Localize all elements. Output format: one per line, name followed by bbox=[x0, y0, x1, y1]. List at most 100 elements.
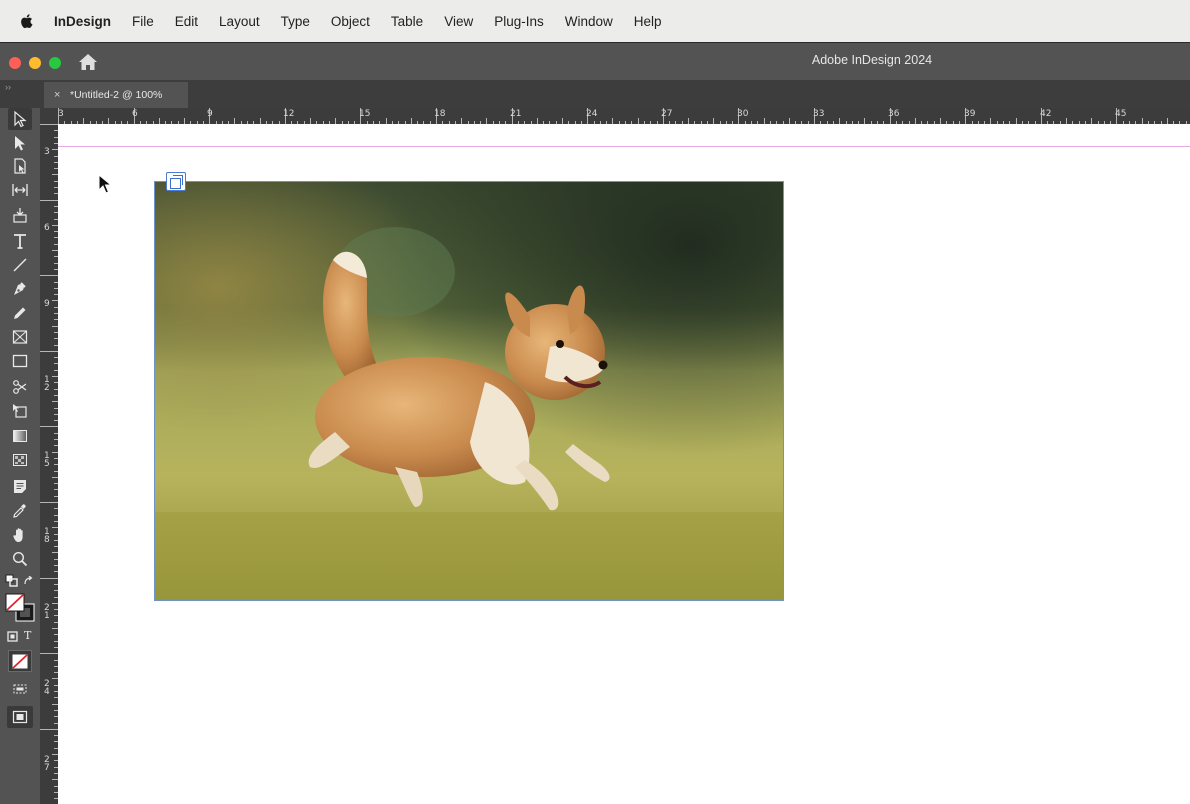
scissors-icon bbox=[13, 380, 27, 394]
panel-collapse-grip[interactable]: ›› bbox=[5, 82, 11, 92]
home-icon[interactable] bbox=[78, 53, 98, 71]
hand-tool[interactable] bbox=[8, 524, 32, 546]
direct-selection-arrow-icon bbox=[15, 136, 25, 151]
menu-help[interactable]: Help bbox=[634, 14, 662, 29]
menu-table[interactable]: Table bbox=[391, 14, 423, 29]
ruler-v-label: 9 bbox=[44, 299, 50, 309]
ruler-v-label: 1 5 bbox=[44, 451, 50, 469]
screen-mode-button[interactable] bbox=[7, 706, 33, 728]
ruler-h-label: 39 bbox=[964, 109, 976, 119]
zoom-window-button[interactable] bbox=[49, 57, 61, 69]
margin-guide bbox=[58, 146, 1190, 147]
gradient-feather-icon bbox=[13, 454, 27, 466]
rectangle-frame-icon bbox=[12, 330, 28, 344]
menu-view[interactable]: View bbox=[444, 14, 473, 29]
ruler-h-label: 15 bbox=[359, 109, 371, 119]
free-transform-tool[interactable] bbox=[8, 400, 32, 422]
ruler-h-label: 3 bbox=[58, 109, 64, 119]
minimize-window-button[interactable] bbox=[29, 57, 41, 69]
menu-file[interactable]: File bbox=[132, 14, 154, 29]
selection-arrow-icon bbox=[14, 110, 27, 128]
pen-icon bbox=[14, 282, 26, 295]
note-tool[interactable] bbox=[8, 475, 32, 497]
content-collector-icon bbox=[13, 208, 27, 223]
ruler-h-label: 18 bbox=[434, 109, 446, 119]
menu-bar: InDesign File Edit Layout Type Object Ta… bbox=[0, 0, 1190, 42]
ruler-h-label: 6 bbox=[132, 109, 138, 119]
ruler-h-label: 24 bbox=[586, 109, 598, 119]
default-fill-stroke-icon[interactable] bbox=[5, 574, 18, 587]
rectangle-frame-tool[interactable] bbox=[8, 326, 32, 348]
document-canvas[interactable] bbox=[58, 124, 1190, 804]
mouse-pointer-icon bbox=[98, 174, 112, 194]
ruler-v-label: 2 4 bbox=[44, 679, 50, 697]
menu-app-indesign[interactable]: InDesign bbox=[54, 14, 111, 29]
pen-tool[interactable] bbox=[8, 278, 32, 300]
tools-panel: T bbox=[0, 108, 40, 804]
gap-icon bbox=[12, 184, 28, 196]
apply-none-icon bbox=[12, 653, 28, 669]
horizontal-ruler-ticks bbox=[58, 108, 1187, 124]
ruler-v-label: 6 bbox=[44, 223, 50, 233]
rectangle-tool[interactable] bbox=[8, 350, 32, 372]
gradient-swatch-tool[interactable] bbox=[8, 425, 32, 447]
line-tool[interactable] bbox=[8, 254, 32, 276]
pencil-icon bbox=[14, 307, 26, 319]
hand-icon bbox=[13, 528, 23, 542]
scissors-tool[interactable] bbox=[8, 376, 32, 398]
page-tool[interactable] bbox=[8, 155, 32, 177]
ruler-h-label: 36 bbox=[888, 109, 900, 119]
ruler-h-label: 21 bbox=[510, 109, 522, 119]
swap-fill-stroke-icon[interactable] bbox=[23, 576, 35, 588]
application-title-bar: Adobe InDesign 2024 bbox=[0, 42, 1190, 80]
vertical-ruler[interactable]: 3 6 9 1 2 1 5 1 8 2 1 2 4 2 7 bbox=[40, 124, 58, 804]
close-tab-icon[interactable]: × bbox=[54, 89, 70, 101]
content-collector-tool[interactable] bbox=[8, 204, 32, 226]
direct-selection-tool[interactable] bbox=[8, 132, 32, 154]
document-tab[interactable]: × *Untitled-2 @ 100% bbox=[44, 82, 188, 108]
ruler-v-label: 2 7 bbox=[44, 755, 50, 773]
formatting-container-icon[interactable] bbox=[7, 631, 18, 642]
menu-plug-ins[interactable]: Plug-Ins bbox=[494, 14, 544, 29]
page-icon bbox=[14, 158, 26, 174]
gradient-feather-tool[interactable] bbox=[8, 449, 32, 471]
line-icon bbox=[13, 258, 27, 272]
gradient-icon bbox=[13, 430, 27, 442]
menu-edit[interactable]: Edit bbox=[175, 14, 198, 29]
type-tool[interactable] bbox=[8, 230, 32, 252]
rectangle-icon bbox=[12, 354, 28, 368]
fill-stroke-swatch-icon[interactable] bbox=[5, 593, 37, 623]
ruler-v-label: 3 bbox=[44, 147, 50, 157]
gap-tool[interactable] bbox=[8, 179, 32, 201]
ruler-h-label: 42 bbox=[1040, 109, 1052, 119]
free-transform-icon bbox=[13, 404, 27, 418]
ruler-h-label: 27 bbox=[661, 109, 673, 119]
corgi-photo bbox=[155, 182, 783, 600]
linked-content-indicator-icon[interactable] bbox=[166, 172, 186, 191]
horizontal-ruler[interactable]: 3 6 9 12 15 18 21 24 27 30 33 36 39 42 4… bbox=[58, 108, 1190, 124]
ruler-v-label: 1 2 bbox=[44, 375, 50, 393]
formatting-text-label[interactable]: T bbox=[24, 629, 31, 642]
pencil-tool[interactable] bbox=[8, 302, 32, 324]
document-tab-label: *Untitled-2 @ 100% bbox=[70, 89, 163, 101]
apple-logo-icon[interactable] bbox=[18, 12, 36, 30]
menu-layout[interactable]: Layout bbox=[219, 14, 260, 29]
ruler-h-label: 30 bbox=[737, 109, 749, 119]
type-icon bbox=[14, 234, 26, 249]
ruler-h-label: 9 bbox=[207, 109, 213, 119]
close-window-button[interactable] bbox=[9, 57, 21, 69]
zoom-tool[interactable] bbox=[8, 548, 32, 570]
menu-type[interactable]: Type bbox=[281, 14, 310, 29]
preview-mode-icon[interactable] bbox=[11, 682, 29, 696]
selection-tool[interactable] bbox=[8, 108, 32, 130]
ruler-v-label: 1 8 bbox=[44, 527, 50, 545]
apply-none-button[interactable] bbox=[8, 650, 32, 672]
note-icon bbox=[14, 480, 26, 493]
eyedropper-tool[interactable] bbox=[8, 500, 32, 522]
ruler-h-label: 45 bbox=[1115, 109, 1127, 119]
menu-window[interactable]: Window bbox=[565, 14, 613, 29]
ruler-origin[interactable] bbox=[40, 108, 58, 124]
menu-object[interactable]: Object bbox=[331, 14, 370, 29]
ruler-h-label: 33 bbox=[813, 109, 825, 119]
placed-image-frame[interactable] bbox=[154, 181, 784, 601]
